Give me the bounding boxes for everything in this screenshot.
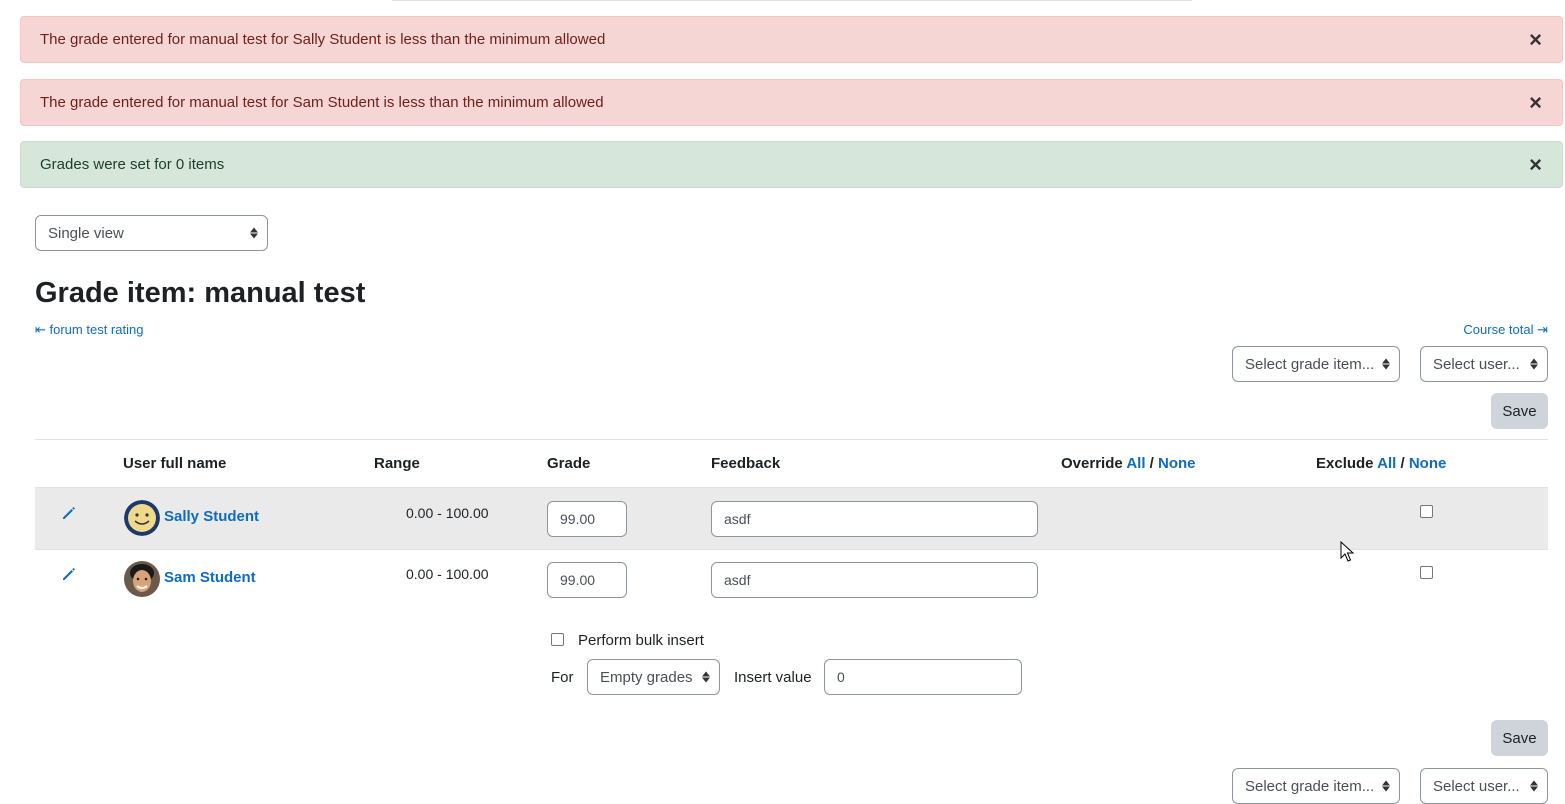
pencil-icon[interactable] <box>61 566 77 582</box>
row-divider <box>35 549 1548 550</box>
select-arrows-icon <box>1530 780 1538 792</box>
range-value: 0.00 - 100.00 <box>406 505 489 521</box>
alert-success: Grades were set for 0 items × <box>20 141 1563 188</box>
feedback-input[interactable]: asdf <box>711 501 1038 537</box>
save-button-bottom[interactable]: Save <box>1491 720 1548 756</box>
prev-item-link[interactable]: ⇤ forum test rating <box>35 322 143 338</box>
feedback-input[interactable]: asdf <box>711 562 1038 598</box>
override-all-link[interactable]: All <box>1126 455 1145 472</box>
bulk-insert-checkbox[interactable] <box>551 633 564 646</box>
pencil-icon[interactable] <box>61 505 77 521</box>
view-select-value: Single view <box>48 224 124 242</box>
close-icon[interactable]: × <box>1529 28 1542 51</box>
grade-item-select[interactable]: Select grade item... <box>1232 346 1400 382</box>
alert-message: The grade entered for manual test for Sa… <box>40 31 606 48</box>
bulk-insert-label: Perform bulk insert <box>578 632 704 649</box>
mouse-pointer-icon <box>1340 541 1354 562</box>
grade-item-select-value: Select grade item... <box>1245 355 1375 373</box>
alert-error-sally: The grade entered for manual test for Sa… <box>20 16 1563 63</box>
user-select-value: Select user... <box>1433 355 1520 373</box>
user-link-sally[interactable]: Sally Student <box>164 508 259 525</box>
grade-input[interactable]: 99.00 <box>547 501 627 537</box>
header-range: Range <box>374 455 420 472</box>
header-exclude-label: Exclude <box>1316 455 1374 472</box>
header-feedback: Feedback <box>711 455 781 472</box>
header-override: Override All / None <box>1061 455 1196 472</box>
user-select-bottom[interactable]: Select user... <box>1420 768 1548 804</box>
header-exclude: Exclude All / None <box>1316 455 1446 472</box>
user-select-value: Select user... <box>1433 777 1520 795</box>
exclude-all-link[interactable]: All <box>1377 455 1396 472</box>
select-arrows-icon <box>702 671 710 683</box>
header-grade: Grade <box>547 455 591 472</box>
bulk-for-select[interactable]: Empty grades <box>587 659 720 695</box>
select-arrows-icon <box>1382 780 1390 792</box>
insert-value-label: Insert value <box>734 669 812 686</box>
grade-item-select-bottom[interactable]: Select grade item... <box>1232 768 1400 804</box>
alert-error-sam: The grade entered for manual test for Sa… <box>20 79 1563 126</box>
exclude-checkbox[interactable] <box>1420 505 1433 518</box>
user-select[interactable]: Select user... <box>1420 346 1548 382</box>
table-top-divider <box>35 439 1548 440</box>
select-arrows-icon <box>1530 358 1538 370</box>
view-select[interactable]: Single view <box>35 215 268 251</box>
avatar <box>124 500 160 536</box>
header-user-full-name: User full name <box>123 455 227 472</box>
save-button-top[interactable]: Save <box>1491 393 1548 429</box>
range-value: 0.00 - 100.00 <box>406 566 489 582</box>
insert-value-input[interactable]: 0 <box>824 659 1022 695</box>
header-override-label: Override <box>1061 455 1123 472</box>
user-link-sam[interactable]: Sam Student <box>164 569 256 586</box>
next-item-link[interactable]: Course total ⇥ <box>1463 322 1548 338</box>
header-slash: / <box>1400 455 1405 472</box>
alert-message: The grade entered for manual test for Sa… <box>40 94 604 111</box>
close-icon[interactable]: × <box>1529 91 1542 114</box>
select-arrows-icon <box>1382 358 1390 370</box>
alert-message: Grades were set for 0 items <box>40 156 225 173</box>
exclude-checkbox[interactable] <box>1420 566 1433 579</box>
page-title: Grade item: manual test <box>35 277 366 309</box>
avatar <box>124 561 160 597</box>
for-label: For <box>551 669 574 686</box>
grade-item-select-value: Select grade item... <box>1245 777 1375 795</box>
bulk-for-select-value: Empty grades <box>600 668 693 686</box>
header-slash: / <box>1149 455 1154 472</box>
close-icon[interactable]: × <box>1529 153 1542 176</box>
top-divider <box>392 0 1192 1</box>
exclude-none-link[interactable]: None <box>1409 455 1447 472</box>
grade-input[interactable]: 99.00 <box>547 562 627 598</box>
select-arrows-icon <box>250 227 258 239</box>
override-none-link[interactable]: None <box>1158 455 1196 472</box>
